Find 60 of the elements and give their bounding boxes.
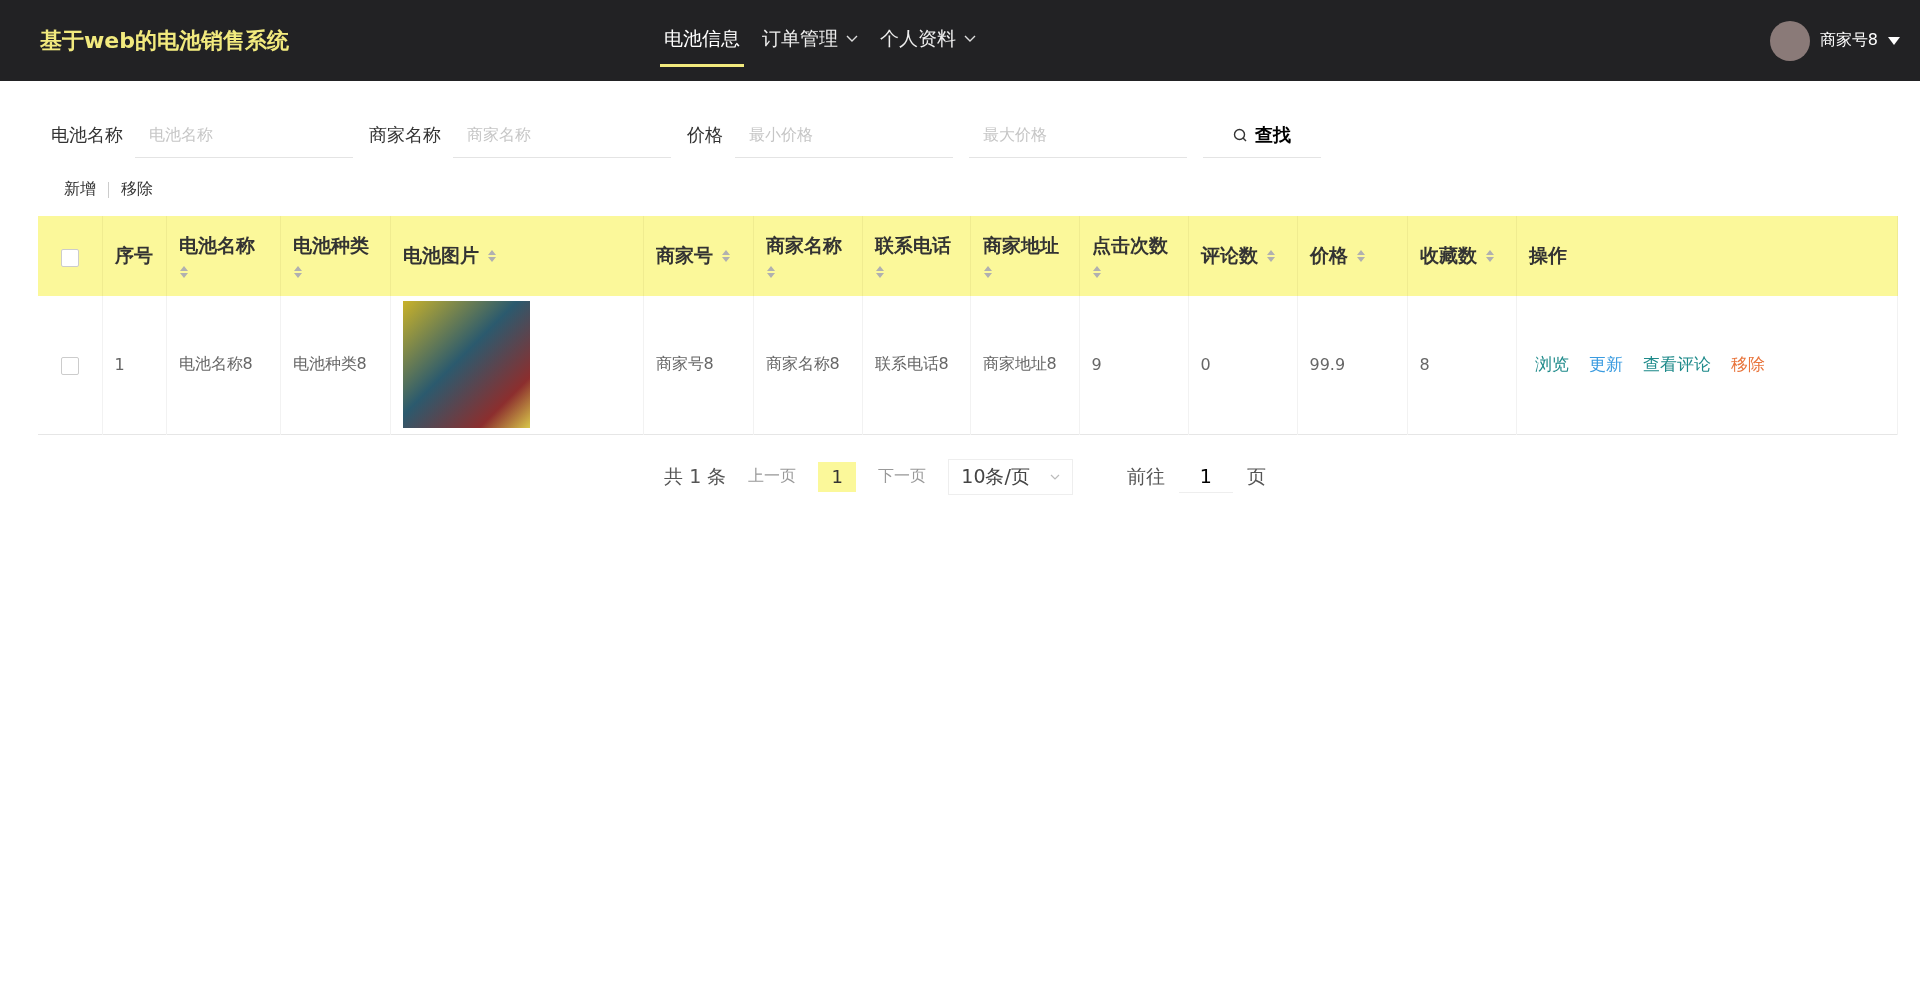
sort-icon [765, 265, 776, 279]
table-cell: 1 [114, 355, 125, 375]
sort-icon [1484, 249, 1495, 263]
table-cell: 电池名称8 [178, 354, 253, 374]
column-header: 商家号 [655, 243, 713, 268]
column-header: 商家地址 [982, 233, 1059, 258]
chevron-down-icon [846, 35, 858, 43]
caret-down-icon [1888, 36, 1900, 45]
page-suffix: 页 [1246, 463, 1266, 489]
checkbox[interactable] [60, 248, 79, 267]
page-number[interactable]: 1 [818, 461, 857, 492]
sort-icon [982, 265, 993, 279]
sort-icon [1265, 249, 1276, 263]
column-header: 收藏数 [1419, 243, 1477, 268]
column-header: 联系电话 [874, 233, 951, 258]
sort-icon [874, 265, 885, 279]
table-cell: 商家号8 [655, 354, 714, 374]
total-count: 共 1 条 [664, 463, 727, 489]
column-header: 电池名称 [178, 233, 255, 258]
column-header: 序号 [114, 243, 153, 268]
column-header: 商家名称 [765, 233, 842, 258]
filter-label: 电池名称 [51, 123, 123, 147]
toolbar-button[interactable]: 移除 [115, 177, 159, 202]
search-icon [1233, 127, 1247, 142]
table-cell: 商家名称8 [765, 354, 840, 374]
chevron-down-icon [964, 35, 976, 43]
nav-item[interactable]: 个人资料 [876, 14, 980, 67]
sort-icon [486, 249, 497, 263]
table-cell: 99.9 [1309, 355, 1346, 375]
table-cell: 联系电话8 [874, 354, 949, 374]
action-link[interactable]: 浏览 [1534, 353, 1569, 377]
action-link[interactable]: 查看评论 [1642, 353, 1711, 377]
sort-icon [1091, 265, 1102, 279]
column-header: 点击次数 [1091, 233, 1168, 258]
nav-item[interactable]: 电池信息 [660, 14, 744, 67]
column-header: 电池种类 [292, 233, 369, 258]
table-cell: 电池种类8 [292, 354, 367, 374]
sort-icon [178, 265, 189, 279]
column-header: 操作 [1528, 243, 1567, 268]
table-cell: 商家地址8 [982, 354, 1057, 374]
chevron-down-icon [1049, 473, 1060, 480]
nav-item[interactable]: 订单管理 [758, 14, 862, 67]
page-size-select[interactable]: 10条/页 [948, 458, 1073, 495]
app-title: 基于web的电池销售系统 [40, 26, 290, 55]
sort-icon [292, 265, 303, 279]
table-cell: 0 [1200, 355, 1211, 375]
toolbar-button[interactable]: 新增 [58, 177, 102, 202]
table-cell: 8 [1419, 355, 1430, 375]
sort-icon [720, 249, 731, 263]
checkbox[interactable] [60, 356, 79, 375]
user-name[interactable]: 商家号8 [1819, 30, 1878, 51]
goto-label: 前往 [1126, 463, 1165, 489]
column-header: 评论数 [1200, 243, 1258, 268]
filter-label: 价格 [687, 123, 723, 147]
column-header: 价格 [1309, 243, 1348, 268]
column-header: 电池图片 [402, 243, 479, 268]
filter-label: 商家名称 [369, 123, 441, 147]
sort-icon [1355, 249, 1366, 263]
avatar[interactable] [1769, 20, 1810, 61]
table-cell: 9 [1091, 355, 1102, 375]
